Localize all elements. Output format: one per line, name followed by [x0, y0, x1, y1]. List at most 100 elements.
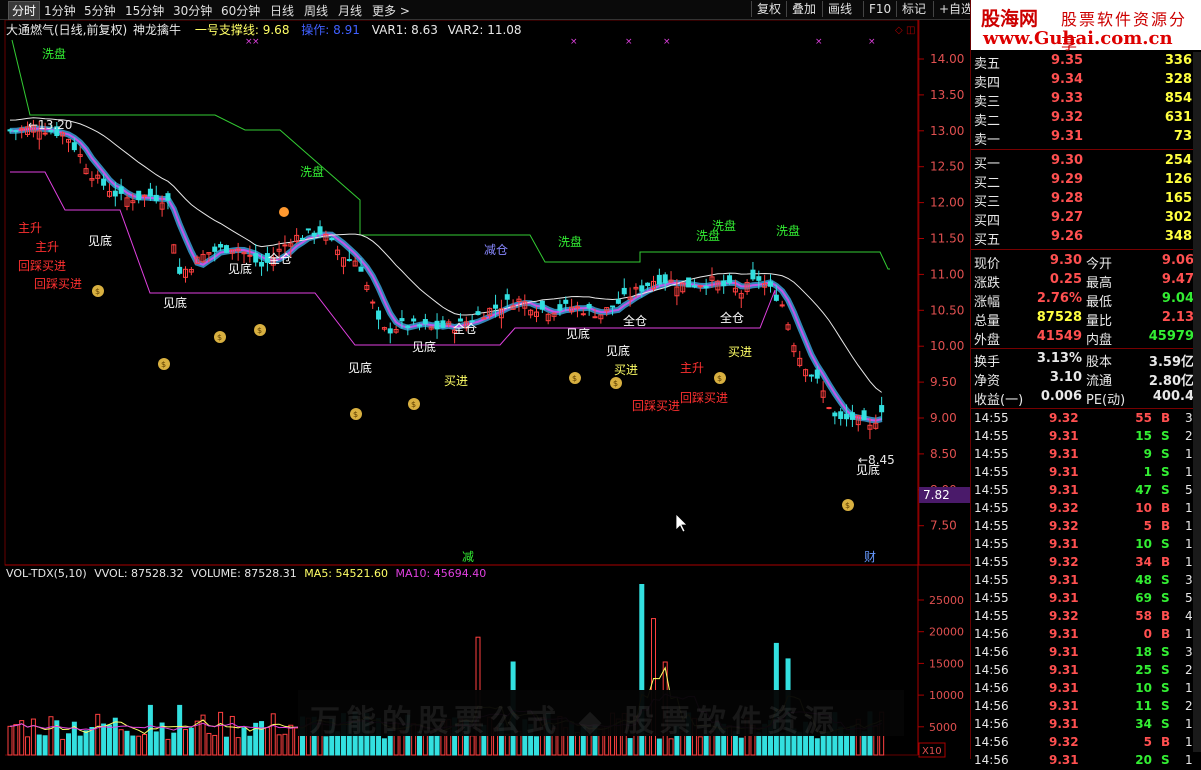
- volume-bar: [668, 738, 674, 756]
- toolbar-button-4[interactable]: 标记: [896, 1, 931, 17]
- trade-row: 14:56 9.31 25 S 2: [974, 663, 1193, 677]
- annotation-xipan: 洗盘: [776, 223, 800, 238]
- price-axis-label: 7.50: [930, 519, 957, 533]
- volume-bar: [270, 713, 276, 756]
- annotation-mairu: 买进: [614, 363, 638, 377]
- svg-text:$: $: [353, 410, 358, 419]
- candle: [838, 411, 844, 419]
- annotation-quancang: 全仓: [623, 313, 647, 328]
- volume-bar: [259, 721, 265, 756]
- candle: [259, 261, 265, 267]
- candle: [411, 318, 417, 322]
- candle: [300, 237, 305, 240]
- volume-axis-label: 25000: [929, 594, 964, 607]
- candle: [861, 410, 867, 420]
- runner-icon: [279, 207, 289, 217]
- kline-chart[interactable]: 14.00 13.50 13.00 12.50 12.00 11.50 11.00 10.50…: [0, 0, 970, 759]
- var2-value: VAR2: 11.08: [447, 23, 522, 37]
- quote-scrollbar[interactable]: [1193, 52, 1201, 752]
- candle: [112, 190, 118, 197]
- candle: [101, 178, 107, 186]
- annotation-huicai: 回踩买进: [632, 399, 680, 413]
- candle: [808, 374, 814, 377]
- high-mark: ←13.20: [28, 118, 72, 132]
- timeframe-tab-3[interactable]: 15分钟: [125, 2, 164, 19]
- candle: [212, 246, 218, 252]
- toolbar-button-3[interactable]: F10: [863, 1, 896, 17]
- candle: [768, 281, 773, 287]
- watermark-overlay: 万能的股票公式 ◆ 股票软件资源: [298, 690, 904, 736]
- candle: [457, 318, 463, 322]
- volume-bar: [697, 736, 703, 756]
- volume-bar: [428, 735, 434, 756]
- toolbar-button-0[interactable]: 复权: [751, 1, 786, 17]
- op-label: 操作:: [301, 23, 330, 37]
- timeframe-tab-0[interactable]: 分时: [8, 1, 41, 20]
- price-axis-label: 12.00: [930, 196, 964, 210]
- volume-bar: [212, 734, 218, 756]
- volume-axis-unit: X10: [922, 746, 942, 757]
- stat2-row-1: 净资 3.10 流通 2.80亿: [974, 370, 1194, 389]
- timeframe-tab-7[interactable]: 周线: [304, 2, 328, 19]
- timeframe-toolbar: 分时 1分钟 5分钟 15分钟 30分钟 60分钟 日线 周线 月线 更多 > 复权 叠加 画线 F10 标…: [0, 0, 973, 20]
- ma10-value: MA10: 45694.40: [395, 567, 487, 580]
- price-axis-label: 12.50: [930, 160, 964, 174]
- candle: [13, 130, 19, 133]
- annotation-mairu: 买进: [444, 374, 468, 388]
- toolbar-button-2[interactable]: 画线: [822, 1, 857, 17]
- timeframe-tab-6[interactable]: 日线: [270, 2, 294, 19]
- candle: [750, 269, 756, 280]
- trade-row: 14:55 9.31 47 S 5: [974, 483, 1193, 497]
- annotation-mairu: 买进: [728, 345, 752, 359]
- timeframe-tab-2[interactable]: 5分钟: [84, 2, 116, 19]
- trade-row: 14:55 9.31 9 S 1: [974, 447, 1193, 461]
- var1-value: VAR1: 8.63: [371, 23, 438, 37]
- candle: [557, 304, 563, 311]
- candle: [71, 142, 77, 151]
- price-axis-label: 8.50: [930, 447, 957, 461]
- sell-level-1: 卖一 9.31 73: [974, 129, 1192, 148]
- toolbar-button-1[interactable]: 叠加: [786, 1, 821, 17]
- volume-bar: [136, 735, 142, 756]
- candle: [814, 369, 820, 379]
- candle: [639, 285, 645, 292]
- candle: [656, 274, 662, 285]
- candle: [844, 413, 850, 420]
- timeframe-tab-5[interactable]: 60分钟: [221, 2, 260, 19]
- candle: [317, 226, 323, 235]
- vol-indicator-name: VOL-TDX(5,10): [6, 567, 87, 580]
- volume-bar: [112, 717, 118, 756]
- timeframe-tab-1[interactable]: 1分钟: [44, 2, 76, 19]
- timeframe-tab-9[interactable]: 更多 >: [372, 2, 410, 19]
- timeframe-tab-8[interactable]: 月线: [338, 2, 362, 19]
- candle: [773, 294, 779, 301]
- annotation-xipan: 洗盘: [42, 46, 66, 61]
- diamond-icon[interactable]: ◇: [895, 25, 903, 36]
- candle: [662, 274, 668, 284]
- volume-bar: [808, 735, 814, 756]
- signal-mark-icon: ×: [815, 37, 823, 47]
- trade-row: 14:55 9.31 15 S 2: [974, 429, 1193, 443]
- annotation-jiandi: 见底: [606, 343, 630, 358]
- trade-row: 14:55 9.32 58 B 4: [974, 609, 1193, 623]
- volume-bar: [30, 718, 36, 756]
- candle: [358, 266, 364, 272]
- volume-bar: [288, 724, 294, 756]
- candle: [539, 300, 545, 310]
- mouse-cursor-icon: [675, 513, 688, 533]
- chart-header: 大通燃气(日线,前复权) 神龙擒牛 一号支撑线: 9.68 操作: 8.91 V…: [6, 21, 522, 38]
- volume-bar: [48, 716, 54, 756]
- volume-bar: [101, 723, 107, 756]
- volume-bar: [95, 713, 101, 756]
- candle: [879, 405, 885, 413]
- price-axis-label: 13.00: [930, 124, 964, 138]
- annotation-quancang: 全仓: [720, 310, 744, 325]
- candle: [153, 194, 159, 202]
- trade-row: 14:55 9.32 55 B 3: [974, 411, 1193, 425]
- support-label: 一号支撑线:: [194, 23, 259, 37]
- candle: [223, 245, 229, 253]
- expand-icon[interactable]: ◫: [906, 25, 915, 36]
- timeframe-tab-4[interactable]: 30分钟: [173, 2, 212, 19]
- indicator-name: 神龙擒牛: [133, 23, 182, 37]
- trade-row: 14:55 9.31 1 S 1: [974, 465, 1193, 479]
